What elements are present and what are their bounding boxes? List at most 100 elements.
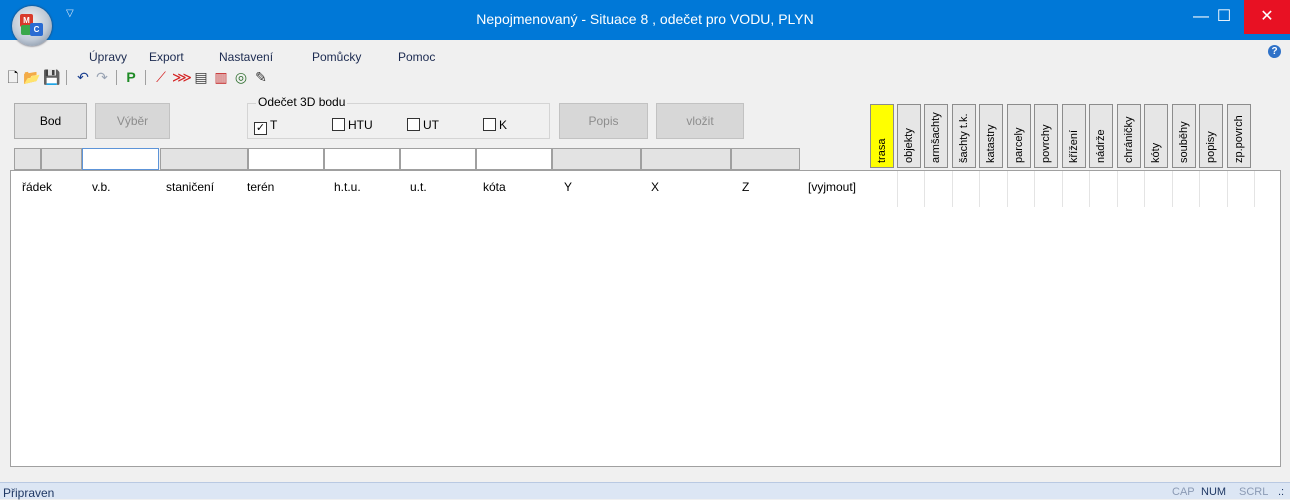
filter-cell[interactable] (160, 148, 248, 170)
checkbox-ut-box[interactable] (407, 118, 420, 131)
tab-trasa[interactable]: trasa (870, 104, 894, 168)
tab-label: kóty (1150, 142, 1162, 163)
grid-column-line (1034, 171, 1035, 207)
grid-column-line (1254, 171, 1255, 207)
tab-chranicky[interactable]: chráničky (1117, 104, 1141, 168)
grid-column-line (1172, 171, 1173, 207)
scrl-indicator: SCRL (1239, 486, 1269, 498)
menu-export[interactable]: Export (149, 50, 184, 64)
help-icon[interactable]: ? (1268, 45, 1281, 58)
tab-povrchy[interactable]: povrchy (1034, 104, 1058, 168)
tab-label: šachty t.k. (958, 113, 970, 163)
vyber-button[interactable]: Výběr (95, 103, 170, 139)
filter-input-vb[interactable] (82, 148, 159, 170)
tab-label: popisy (1205, 131, 1217, 163)
checkbox-htu-label: HTU (348, 118, 373, 132)
toolbar-separator (116, 70, 117, 85)
tab-parcely[interactable]: parcely (1007, 104, 1031, 168)
window-title: Nepojmenovaný - Situace 8 , odečet pro V… (476, 11, 814, 27)
resize-grip-icon[interactable]: .: (1278, 486, 1284, 498)
column-header-radek[interactable]: řádek (22, 180, 52, 194)
popis-button[interactable]: Popis (559, 103, 648, 139)
filter-input-ut[interactable] (400, 148, 476, 170)
filter-cell[interactable] (731, 148, 800, 170)
menu-pomucky[interactable]: Pomůcky (312, 50, 361, 64)
filter-cell[interactable] (552, 148, 641, 170)
checkbox-t-box[interactable]: ✓ (254, 122, 267, 135)
eraser-icon[interactable]: ✎ (252, 68, 270, 86)
tab-label: parcely (1013, 127, 1025, 163)
checkbox-ut-label: UT (423, 118, 439, 132)
tab-krizeni[interactable]: křížení (1062, 104, 1086, 168)
save-icon[interactable]: 💾 (43, 68, 61, 86)
column-header-staniceni[interactable]: staničení (166, 180, 214, 194)
data-grid[interactable]: řádek v.b. staničení terén h.t.u. u.t. k… (10, 170, 1281, 467)
p-icon[interactable]: P (122, 68, 140, 86)
tab-objekty[interactable]: objekty (897, 104, 921, 168)
status-text: Připraven (3, 486, 55, 500)
menu-upravy[interactable]: Úpravy (89, 50, 127, 64)
open-icon[interactable]: 📂 (23, 68, 41, 86)
column-header-htu[interactable]: h.t.u. (334, 180, 361, 194)
filter-cell[interactable] (41, 148, 82, 170)
column-header-vb[interactable]: v.b. (92, 180, 110, 194)
tab-label: trasa (876, 138, 888, 163)
filter-input-htu[interactable] (324, 148, 400, 170)
column-header-kota[interactable]: kóta (483, 180, 506, 194)
tab-armsachty[interactable]: armšachty (924, 104, 948, 168)
vlozit-button[interactable]: vložit (656, 103, 744, 139)
tab-popisy[interactable]: popisy (1199, 104, 1223, 168)
tab-nadrze[interactable]: nádrže (1089, 104, 1113, 168)
tab-label: objekty (903, 128, 915, 163)
grid-column-line (1199, 171, 1200, 207)
checkbox-t[interactable]: ✓ T (254, 118, 277, 135)
view-icon[interactable]: ◎ (232, 68, 250, 86)
profile-icon[interactable]: ⋙ (172, 68, 192, 86)
tab-sachty-tk[interactable]: šachty t.k. (952, 104, 976, 168)
toolbar-separator (145, 70, 146, 85)
checkbox-k-box[interactable] (483, 118, 496, 131)
odecet-label: Odečet 3D bodu (256, 95, 348, 109)
column-header-vyjmout[interactable]: [vyjmout] (808, 180, 856, 194)
bod-button[interactable]: Bod (14, 103, 87, 139)
menu-pomoc[interactable]: Pomoc (398, 50, 435, 64)
column-header-ut[interactable]: u.t. (410, 180, 427, 194)
tab-katastry[interactable]: katastry (979, 104, 1003, 168)
menu-nastaveni[interactable]: Nastavení (219, 50, 273, 64)
filter-input-kota[interactable] (476, 148, 552, 170)
column-header-z[interactable]: Z (742, 180, 749, 194)
route-icon[interactable]: ⟋ (152, 68, 170, 86)
filter-cell[interactable] (641, 148, 731, 170)
tab-zp-povrch[interactable]: zp.povrch (1227, 104, 1251, 168)
grid-column-line (1062, 171, 1063, 207)
close-button[interactable]: ✕ (1244, 0, 1290, 34)
grid-column-line (1089, 171, 1090, 207)
redo-icon[interactable]: ↷ (93, 68, 111, 86)
title-bar: ▽ Nepojmenovaný - Situace 8 , odečet pro… (0, 0, 1290, 40)
report-icon[interactable]: ▤ (192, 68, 210, 86)
column-header-teren[interactable]: terén (247, 180, 274, 194)
tab-soubehy[interactable]: souběhy (1172, 104, 1196, 168)
filter-input-teren[interactable] (248, 148, 324, 170)
app-logo-c: C (30, 23, 43, 36)
grid-column-line (1144, 171, 1145, 207)
toolbar: 🗋 📂 💾 ↶ ↷ P ⟋ ⋙ ▤ ▥ ◎ ✎ (0, 66, 1290, 90)
tab-label: křížení (1068, 129, 1080, 163)
checkbox-htu-box[interactable] (332, 118, 345, 131)
checkbox-t-label: T (270, 118, 278, 132)
filter-cell[interactable] (14, 148, 41, 170)
toolbar-separator (66, 70, 67, 85)
undo-icon[interactable]: ↶ (74, 68, 92, 86)
column-header-y[interactable]: Y (564, 180, 572, 194)
tab-koty[interactable]: kóty (1144, 104, 1168, 168)
new-icon[interactable]: 🗋 (4, 68, 22, 86)
maximize-button[interactable]: ☐ (1201, 0, 1247, 34)
column-header-x[interactable]: X (651, 180, 659, 194)
checkbox-ut[interactable]: UT (407, 118, 439, 132)
application-menu-button[interactable]: M C (12, 6, 52, 46)
tab-label: katastry (985, 124, 997, 163)
checkbox-htu[interactable]: HTU (332, 118, 373, 132)
checkbox-k[interactable]: K (483, 118, 507, 132)
report-red-icon[interactable]: ▥ (212, 68, 230, 86)
tab-label: armšachty (930, 112, 942, 163)
